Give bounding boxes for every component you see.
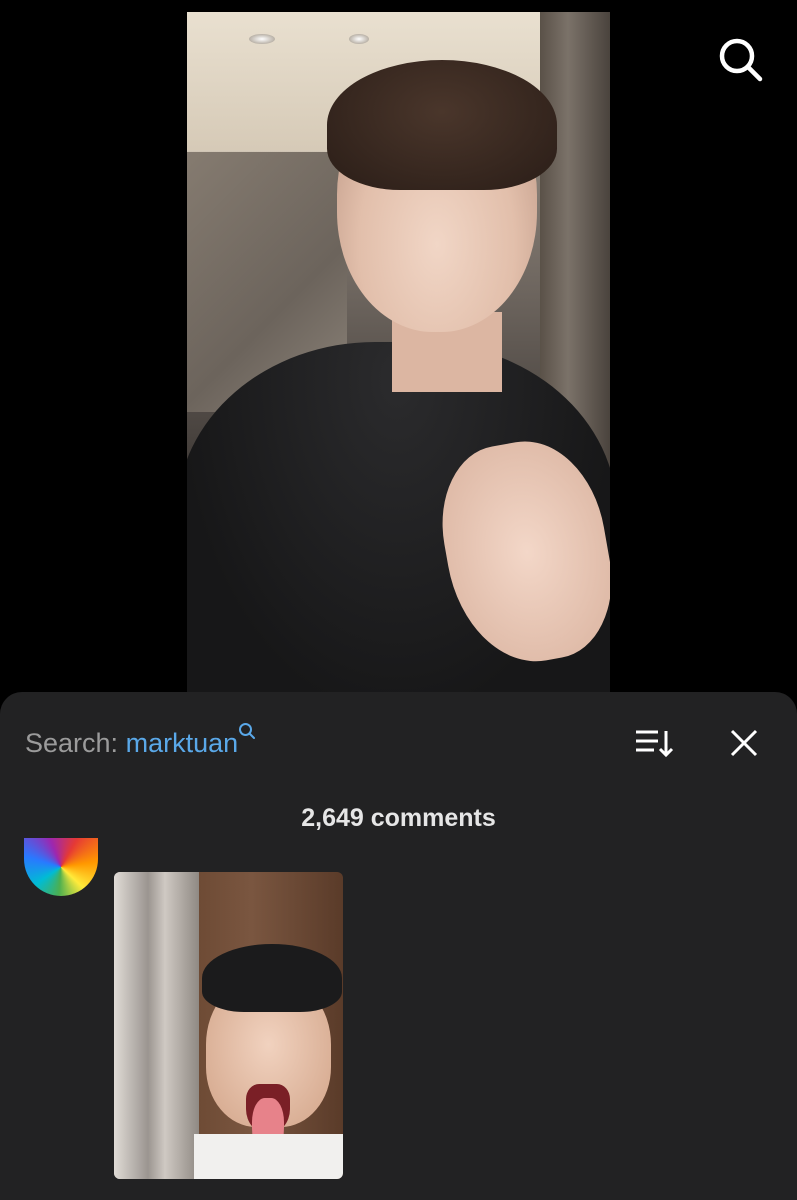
sort-icon <box>634 730 676 763</box>
ceiling-light <box>349 34 369 44</box>
search-prefix: Search: <box>25 728 119 758</box>
close-button[interactable] <box>728 727 760 759</box>
close-icon <box>728 729 760 763</box>
comment-search-label[interactable]: Search: marktuan <box>25 723 256 759</box>
media-hat <box>202 944 342 1012</box>
media-door <box>114 872 199 1179</box>
search-term-icon <box>238 716 256 746</box>
person-hair <box>327 60 557 190</box>
search-icon[interactable] <box>716 35 764 83</box>
media-shirt <box>194 1134 343 1179</box>
comment-media-thumbnail[interactable] <box>114 872 343 1179</box>
comment-count: 2,649 comments <box>301 804 496 832</box>
video-player[interactable] <box>187 12 610 702</box>
search-term[interactable]: marktuan <box>126 728 239 758</box>
ceiling-light <box>249 34 275 44</box>
sort-button[interactable] <box>634 727 676 759</box>
